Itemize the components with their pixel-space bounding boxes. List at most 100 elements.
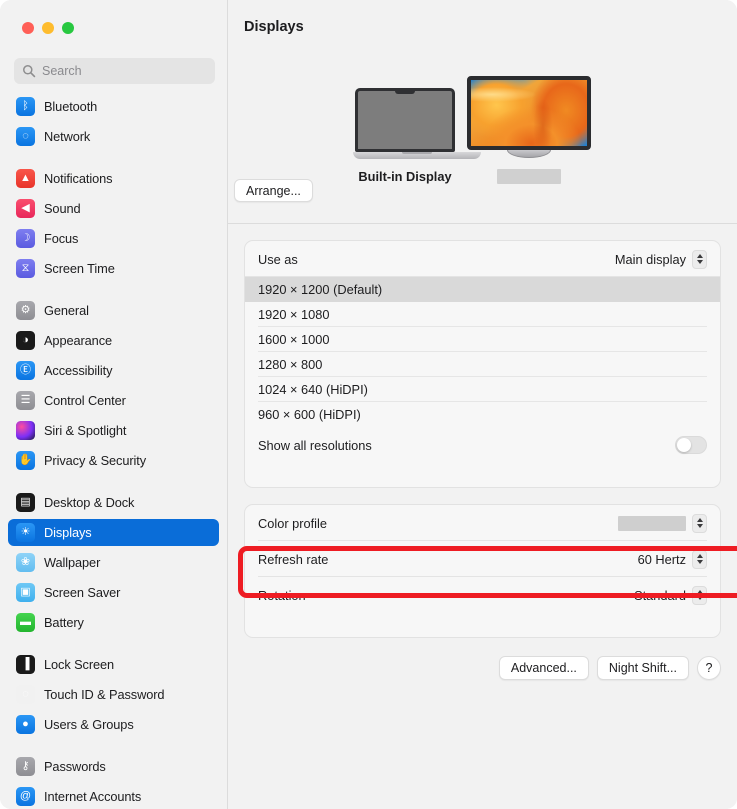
sidebar-item-appearance[interactable]: ◑ Appearance [8,327,219,354]
rotation-value: Standard [634,587,686,603]
sidebar-item-internet-accounts[interactable]: @ Internet Accounts [8,783,219,809]
refresh-rate-value: 60 Hertz [637,551,686,567]
sidebar-item-label: Siri & Spotlight [44,423,127,438]
sidebar-item-label: Bluetooth [44,99,98,114]
sidebar-item-users-groups[interactable]: ● Users & Groups [8,711,219,738]
at-icon: @ [16,787,35,806]
sidebar-group-4: ▐ Lock Screen ◌ Touch ID & Password ● Users &… [0,651,227,753]
battery-icon: ▬ [16,613,35,632]
laptop-icon [353,88,481,159]
color-profile-stepper[interactable] [692,513,707,533]
resolution-option[interactable]: 960 × 600 (HiDPI) [245,402,720,427]
show-all-resolutions-label: Show all resolutions [258,437,372,453]
sidebar-item-label: Privacy & Security [44,453,147,468]
key-icon: ⚷ [16,757,35,776]
refresh-rate-label: Refresh rate [258,551,329,567]
resolution-card: Use as Main display 1920 × 1200 (Default… [244,240,721,488]
sidebar-item-label: Touch ID & Password [44,687,165,702]
sidebar-item-desktop-dock[interactable]: ▤ Desktop & Dock [8,489,219,516]
display-thumb-builtin[interactable]: Built-in Display [336,88,481,184]
sidebar-item-sound[interactable]: ◀ Sound [8,195,219,222]
sidebar-item-label: Users & Groups [44,717,134,732]
zoom-button[interactable] [62,22,74,34]
display-settings-card: Color profile Refresh rate 60 Hertz Rota… [244,504,721,638]
resolution-option[interactable]: 1920 × 1200 (Default) [245,277,720,302]
sidebar-item-accessibility[interactable]: Ⓔ Accessibility [8,357,219,384]
use-as-label: Use as [258,251,298,267]
main-panel: Displays Arrange... Built-in Display Use… [228,0,737,809]
color-profile-row[interactable]: Color profile [245,505,720,541]
sidebar-item-displays[interactable]: ☀ Displays [8,519,219,546]
refresh-rate-row[interactable]: Refresh rate 60 Hertz [245,541,720,577]
sidebar-item-lock-screen[interactable]: ▐ Lock Screen [8,651,219,678]
contrast-circle-icon: ◑ [16,331,35,350]
screensaver-icon: ▣ [16,583,35,602]
sidebar-item-battery[interactable]: ▬ Battery [8,609,219,636]
sidebar-item-touch-id-password[interactable]: ◌ Touch ID & Password [8,681,219,708]
resolution-label: 1600 × 1000 [258,332,330,347]
help-button[interactable]: ? [697,656,721,680]
sidebar-item-passwords[interactable]: ⚷ Passwords [8,753,219,780]
divider [228,223,737,224]
wallpaper-icon: ❀ [16,553,35,572]
use-as-row[interactable]: Use as Main display [245,241,720,277]
resolution-label: 1280 × 800 [258,357,323,372]
show-all-resolutions-row[interactable]: Show all resolutions [245,427,720,463]
sidebar-item-wallpaper[interactable]: ❀ Wallpaper [8,549,219,576]
bell-icon: ▲ [16,169,35,188]
accessibility-icon: Ⓔ [16,361,35,380]
sidebar-nav[interactable]: ᛒ Bluetooth ◌ Network ▲ Notifications ◀ Sound ☽ F… [0,93,227,809]
use-as-stepper[interactable] [692,249,707,269]
sidebar-item-bluetooth[interactable]: ᛒ Bluetooth [8,93,219,120]
wallpaper-preview [471,80,587,146]
sidebar-item-label: Internet Accounts [44,789,142,804]
show-all-resolutions-toggle[interactable] [675,436,707,454]
rotation-row[interactable]: Rotation Standard [245,577,720,613]
sidebar-item-screen-saver[interactable]: ▣ Screen Saver [8,579,219,606]
resolution-label: 1920 × 1200 (Default) [258,282,383,297]
gear-icon: ⚙ [16,301,35,320]
siri-orb-icon [16,421,35,440]
fingerprint-icon: ◌ [16,685,35,704]
sidebar-item-general[interactable]: ⚙ General [8,297,219,324]
resolution-option[interactable]: 1920 × 1080 [245,302,720,327]
sidebar-group-0: ᛒ Bluetooth ◌ Network [0,93,227,165]
resolution-list[interactable]: 1920 × 1200 (Default) 1920 × 1080 1600 × 1… [245,277,720,427]
sidebar-item-control-center[interactable]: ☰ Control Center [8,387,219,414]
sidebar-item-label: General [44,303,89,318]
sidebar-item-privacy-security[interactable]: ✋ Privacy & Security [8,447,219,474]
sidebar-item-label: Accessibility [44,363,113,378]
monitor-icon [467,76,591,158]
resolution-option[interactable]: 1024 × 640 (HiDPI) [245,377,720,402]
window-controls [22,22,74,34]
sidebar-item-screen-time[interactable]: ⧖ Screen Time [8,255,219,282]
sidebar-item-network[interactable]: ◌ Network [8,123,219,150]
hand-icon: ✋ [16,451,35,470]
sidebar-item-label: Screen Saver [44,585,121,600]
search-input[interactable] [42,64,207,78]
sidebar-item-label: Passwords [44,759,106,774]
refresh-rate-stepper[interactable] [692,549,707,569]
resolution-option[interactable]: 1600 × 1000 [245,327,720,352]
system-settings-window: ᛒ Bluetooth ◌ Network ▲ Notifications ◀ Sound ☽ F… [0,0,737,809]
display-name-builtin: Built-in Display [358,169,452,184]
night-shift-button[interactable]: Night Shift... [596,656,689,680]
sidebar-item-notifications[interactable]: ▲ Notifications [8,165,219,192]
globe-icon: ◌ [16,127,35,146]
sidebar-item-siri-spotlight[interactable]: Siri & Spotlight [8,417,219,444]
page-title: Displays [244,19,304,35]
display-thumb-external[interactable] [459,76,599,184]
resolution-option[interactable]: 1280 × 800 [245,352,720,377]
sidebar-item-label: Desktop & Dock [44,495,135,510]
advanced-button[interactable]: Advanced... [498,656,589,680]
search-field[interactable] [14,58,215,84]
sidebar-group-1: ▲ Notifications ◀ Sound ☽ Focus ⧖ Screen Time [0,165,227,297]
desktop-dock-icon: ▤ [16,493,35,512]
sidebar-item-label: Wallpaper [44,555,101,570]
close-button[interactable] [22,22,34,34]
rotation-stepper[interactable] [692,585,707,605]
arrange-button[interactable]: Arrange... [234,179,313,202]
minimize-button[interactable] [42,22,54,34]
display-picker: Arrange... Built-in Display [228,58,737,224]
sidebar-item-focus[interactable]: ☽ Focus [8,225,219,252]
